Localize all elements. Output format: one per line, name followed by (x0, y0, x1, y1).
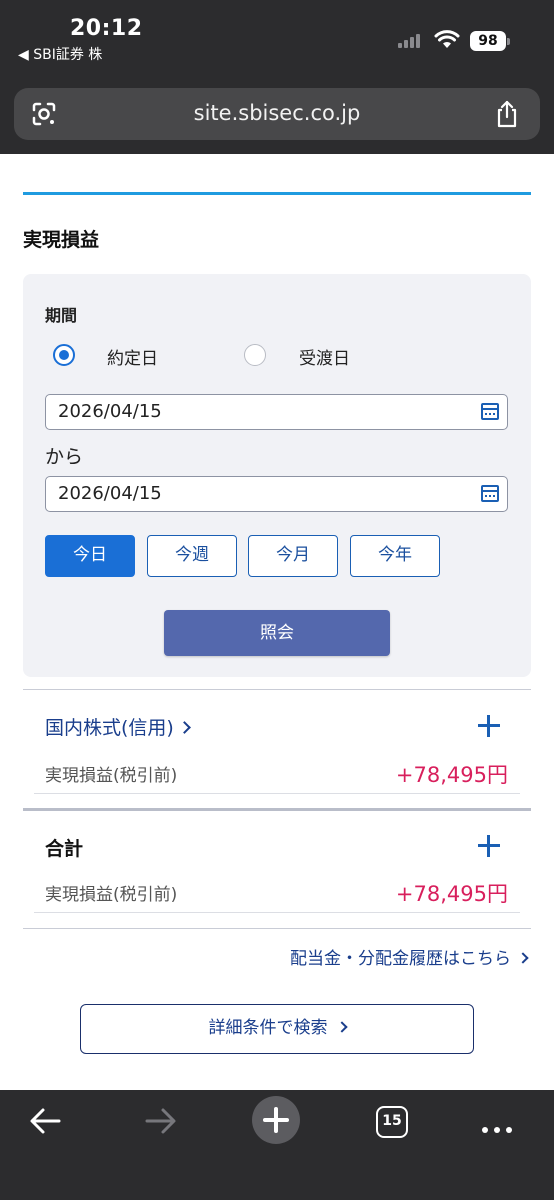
detail-search-label: 詳細条件で検索 (208, 1018, 328, 1038)
trade-date-label[interactable]: 約定日 (107, 344, 158, 369)
query-button[interactable]: 照会 (164, 610, 390, 656)
from-date-value: 2026/04/15 (58, 401, 162, 422)
chevron-right-icon (177, 721, 191, 734)
to-date-value: 2026/04/15 (58, 483, 162, 504)
domestic-margin-title: 国内株式(信用) (45, 717, 174, 739)
total-realized-pl-label: 実現損益(税引前) (45, 885, 178, 905)
calendar-icon[interactable] (481, 403, 499, 420)
section-divider (23, 192, 531, 195)
new-tab-plus-icon[interactable] (252, 1096, 300, 1144)
realized-pl-label: 実現損益(税引前) (45, 766, 178, 786)
share-icon[interactable] (494, 99, 520, 129)
row-divider (23, 928, 531, 929)
range-week-button[interactable]: 今週 (147, 535, 237, 577)
to-date-field[interactable]: 2026/04/15 (45, 476, 508, 512)
chevron-right-icon (335, 1021, 348, 1033)
battery-indicator: 98 (470, 31, 510, 51)
total-divider (23, 808, 531, 811)
trade-date-radio[interactable] (53, 344, 75, 366)
row-divider (34, 912, 520, 913)
page-title: 実現損益 (23, 229, 100, 251)
wifi-icon (434, 30, 460, 48)
cellular-signal-icon (398, 34, 424, 48)
dividend-history-link[interactable]: 配当金・分配金履歴はこちら (290, 944, 529, 969)
total-realized-pl-amount: +78,495円 (395, 882, 508, 906)
realized-pl-amount: +78,495円 (395, 763, 508, 787)
period-label: 期間 (45, 306, 78, 325)
settlement-date-label[interactable]: 受渡日 (299, 344, 350, 369)
expand-plus-icon[interactable] (478, 715, 500, 737)
more-menu-icon[interactable] (482, 1118, 518, 1137)
range-year-button[interactable]: 今年 (350, 535, 440, 577)
forward-arrow-icon[interactable] (144, 1106, 178, 1136)
from-date-field[interactable]: 2026/04/15 (45, 394, 508, 430)
back-arrow-icon[interactable] (28, 1106, 62, 1136)
browser-toolbar: 15 (0, 1090, 554, 1200)
url-bar[interactable]: site.sbisec.co.jp (14, 88, 540, 140)
url-text: site.sbisec.co.jp (193, 101, 361, 125)
browser-chrome-top: 20:12 ◀ SBI証券 株 98 site.sbisec.co.jp (0, 0, 554, 154)
range-today-button[interactable]: 今日 (45, 535, 135, 577)
row-divider (34, 793, 520, 794)
dividend-history-label: 配当金・分配金履歴はこちら (290, 949, 511, 969)
row-divider (23, 689, 531, 690)
back-to-app-link[interactable]: ◀ SBI証券 株 (18, 44, 102, 64)
total-title: 合計 (45, 838, 84, 860)
settlement-date-radio[interactable] (244, 344, 266, 366)
status-time: 20:12 (70, 16, 143, 41)
domestic-margin-link[interactable]: 国内株式(信用) (45, 713, 191, 740)
chevron-right-icon (517, 952, 529, 964)
calendar-icon[interactable] (481, 485, 499, 502)
date-range-separator: から (45, 446, 84, 468)
range-month-button[interactable]: 今月 (248, 535, 338, 577)
tab-count-button[interactable]: 15 (376, 1106, 408, 1138)
expand-plus-icon[interactable] (478, 835, 500, 857)
detail-search-button[interactable]: 詳細条件で検索 (80, 1004, 474, 1054)
search-panel: 期間 約定日 受渡日 2026/04/15 から 2026/04/15 今日 今… (23, 274, 531, 677)
